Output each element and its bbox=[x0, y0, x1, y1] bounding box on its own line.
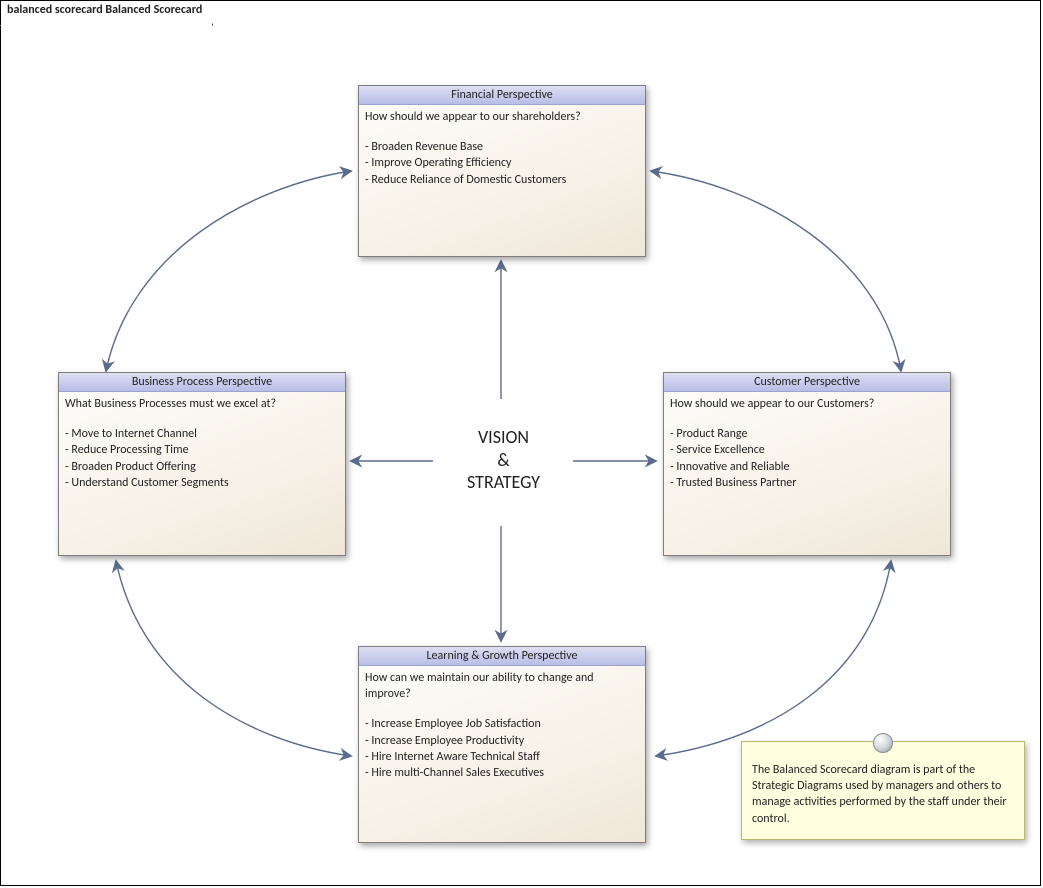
diagram-canvas: Financial Perspective How should we appe… bbox=[1, 1, 1040, 885]
card-financial-b2: - Improve Operating Efficiency bbox=[365, 155, 639, 171]
card-customer[interactable]: Customer Perspective How should we appea… bbox=[663, 372, 951, 556]
card-learning-body: How can we maintain our ability to chang… bbox=[359, 666, 645, 789]
card-customer-b1: - Product Range bbox=[670, 426, 944, 442]
card-financial-b1: - Broaden Revenue Base bbox=[365, 139, 639, 155]
center-line2: & bbox=[461, 449, 546, 472]
card-customer-b4: - Trusted Business Partner bbox=[670, 475, 944, 491]
card-learning-b3: - Hire Internet Aware Technical Staff bbox=[365, 749, 639, 765]
card-learning-b2: - Increase Employee Productivity bbox=[365, 733, 639, 749]
card-customer-body: How should we appear to our Customers? -… bbox=[664, 392, 950, 499]
card-financial-body: How should we appear to our shareholders… bbox=[359, 105, 645, 196]
card-financial-question: How should we appear to our shareholders… bbox=[365, 109, 639, 125]
card-financial[interactable]: Financial Perspective How should we appe… bbox=[358, 85, 646, 257]
center-label: VISION & STRATEGY bbox=[461, 426, 546, 494]
card-learning-question: How can we maintain our ability to chang… bbox=[365, 670, 639, 702]
card-business-b1: - Move to Internet Channel bbox=[65, 426, 339, 442]
arc-financial-business bbox=[106, 171, 351, 371]
card-business-body: What Business Processes must we excel at… bbox=[59, 392, 345, 499]
card-business-question: What Business Processes must we excel at… bbox=[65, 396, 339, 412]
arc-customer-learning bbox=[656, 561, 891, 756]
card-learning-b1: - Increase Employee Job Satisfaction bbox=[365, 716, 639, 732]
card-customer-question: How should we appear to our Customers? bbox=[670, 396, 944, 412]
card-business-b4: - Understand Customer Segments bbox=[65, 475, 339, 491]
card-business[interactable]: Business Process Perspective What Busine… bbox=[58, 372, 346, 556]
card-financial-title: Financial Perspective bbox=[359, 86, 645, 105]
card-learning-title: Learning & Growth Perspective bbox=[359, 647, 645, 666]
arc-business-learning bbox=[116, 561, 351, 756]
note-text: The Balanced Scorecard diagram is part o… bbox=[752, 763, 1007, 826]
card-customer-b3: - Innovative and Reliable bbox=[670, 459, 944, 475]
center-line3: STRATEGY bbox=[461, 471, 546, 494]
arc-financial-customer bbox=[651, 171, 901, 371]
card-learning-b4: - Hire multi-Channel Sales Executives bbox=[365, 765, 639, 781]
card-business-title: Business Process Perspective bbox=[59, 373, 345, 392]
card-financial-b3: - Reduce Reliance of Domestic Customers bbox=[365, 172, 639, 188]
center-line1: VISION bbox=[461, 426, 546, 449]
diagram-note[interactable]: The Balanced Scorecard diagram is part o… bbox=[741, 741, 1025, 840]
card-learning[interactable]: Learning & Growth Perspective How can we… bbox=[358, 646, 646, 843]
diagram-frame: balanced scorecard Balanced Scorecard bbox=[0, 0, 1041, 886]
card-business-b3: - Broaden Product Offering bbox=[65, 459, 339, 475]
card-customer-b2: - Service Excellence bbox=[670, 442, 944, 458]
pin-icon bbox=[873, 733, 893, 753]
card-customer-title: Customer Perspective bbox=[664, 373, 950, 392]
card-business-b2: - Reduce Processing Time bbox=[65, 442, 339, 458]
